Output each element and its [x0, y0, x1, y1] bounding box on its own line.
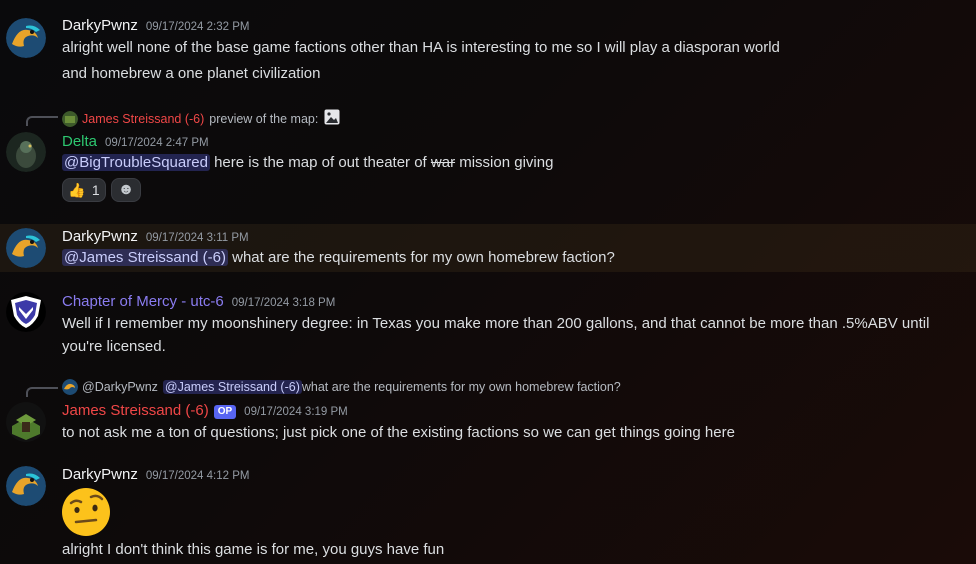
author-name[interactable]: DarkyPwnz	[62, 17, 138, 34]
author-name[interactable]: James Streissand (-6)	[62, 402, 209, 419]
message-james: @DarkyPwnz @James Streissand (-6) what a…	[0, 370, 976, 458]
user-mention[interactable]: @James Streissand (-6)	[62, 249, 228, 266]
reply-text: what are the requirements for my own hom…	[301, 380, 621, 394]
thumbs-up-icon: 👍	[68, 181, 86, 198]
author-name[interactable]: Delta	[62, 133, 97, 150]
add-reaction-button[interactable]: ☻	[111, 178, 141, 202]
timestamp[interactable]: 09/17/2024 2:47 PM	[105, 137, 209, 149]
message-text: Well if I remember my moonshinery degree…	[62, 313, 962, 358]
avatar-darkypwnz[interactable]	[6, 18, 46, 58]
reaction-thumbs-up[interactable]: 👍 1	[62, 178, 106, 202]
reply-text: preview of the map:	[209, 111, 319, 126]
message-text: alright well none of the base game facti…	[62, 37, 962, 85]
image-icon	[324, 109, 340, 128]
message-line: Well if I remember my moonshinery degree…	[62, 315, 930, 332]
avatar-chapter-of-mercy[interactable]	[6, 292, 46, 332]
text-segment: what are the requirements for my own hom…	[227, 249, 615, 266]
message-text: @BigTroubleSquared here is the map of ou…	[62, 152, 962, 174]
mini-avatar-icon	[62, 110, 78, 127]
message-text: @James Streissand (-6) what are the requ…	[62, 247, 962, 269]
reaction-count: 1	[91, 182, 100, 198]
user-mention[interactable]: @James Streissand (-6)	[162, 380, 302, 394]
message-darkypwnz-3: DarkyPwnz 09/17/2024 4:12 PM alright I d…	[0, 458, 976, 564]
reply-author[interactable]: @DarkyPwnz	[82, 380, 158, 394]
text-segment: mission giving	[455, 154, 554, 171]
avatar-darkypwnz[interactable]	[6, 228, 46, 268]
reply-preview[interactable]: @DarkyPwnz @James Streissand (-6) what a…	[62, 379, 621, 395]
reply-spine	[26, 387, 58, 397]
text-segment: here is the map of out theater of	[209, 154, 431, 171]
author-name[interactable]: Chapter of Mercy - utc-6	[62, 293, 224, 310]
message-chapter-of-mercy: Chapter of Mercy - utc-6 09/17/2024 3:18…	[0, 272, 976, 362]
message-darkypwnz-1: DarkyPwnz 09/17/2024 2:32 PM alright wel…	[0, 0, 976, 96]
message-text: alright I don't think this game is for m…	[62, 541, 445, 558]
message-darkypwnz-2: DarkyPwnz 09/17/2024 3:11 PM @James Stre…	[0, 224, 976, 272]
mini-avatar-icon	[62, 379, 78, 395]
timestamp[interactable]: 09/17/2024 2:32 PM	[146, 21, 250, 33]
avatar-james[interactable]	[6, 402, 46, 442]
message-delta: James Streissand (-6) preview of the map…	[0, 96, 976, 212]
message-text: to not ask me a ton of questions; just p…	[62, 424, 735, 441]
timestamp[interactable]: 09/17/2024 4:12 PM	[146, 470, 250, 482]
user-mention[interactable]: @BigTroubleSquared	[62, 154, 210, 171]
reply-spine	[26, 116, 58, 126]
strikethrough-text: war	[430, 154, 456, 171]
timestamp[interactable]: 09/17/2024 3:11 PM	[146, 232, 249, 244]
smiley-icon: ☻	[117, 181, 135, 198]
message-line: and homebrew a one planet civilization	[62, 65, 321, 82]
timestamp[interactable]: 09/17/2024 3:18 PM	[232, 297, 336, 309]
author-name[interactable]: DarkyPwnz	[62, 466, 138, 483]
reply-preview[interactable]: James Streissand (-6) preview of the map…	[62, 109, 340, 128]
op-badge: OP	[213, 405, 237, 419]
timestamp[interactable]: 09/17/2024 3:19 PM	[244, 406, 348, 418]
message-line: alright well none of the base game facti…	[62, 39, 780, 56]
author-name[interactable]: DarkyPwnz	[62, 228, 138, 245]
raised-eyebrow-emoji-icon	[61, 487, 111, 537]
avatar-delta[interactable]	[6, 132, 46, 172]
message-line: you're licensed.	[62, 338, 166, 355]
reply-author[interactable]: James Streissand (-6)	[82, 112, 204, 126]
avatar-darkypwnz[interactable]	[6, 466, 46, 506]
